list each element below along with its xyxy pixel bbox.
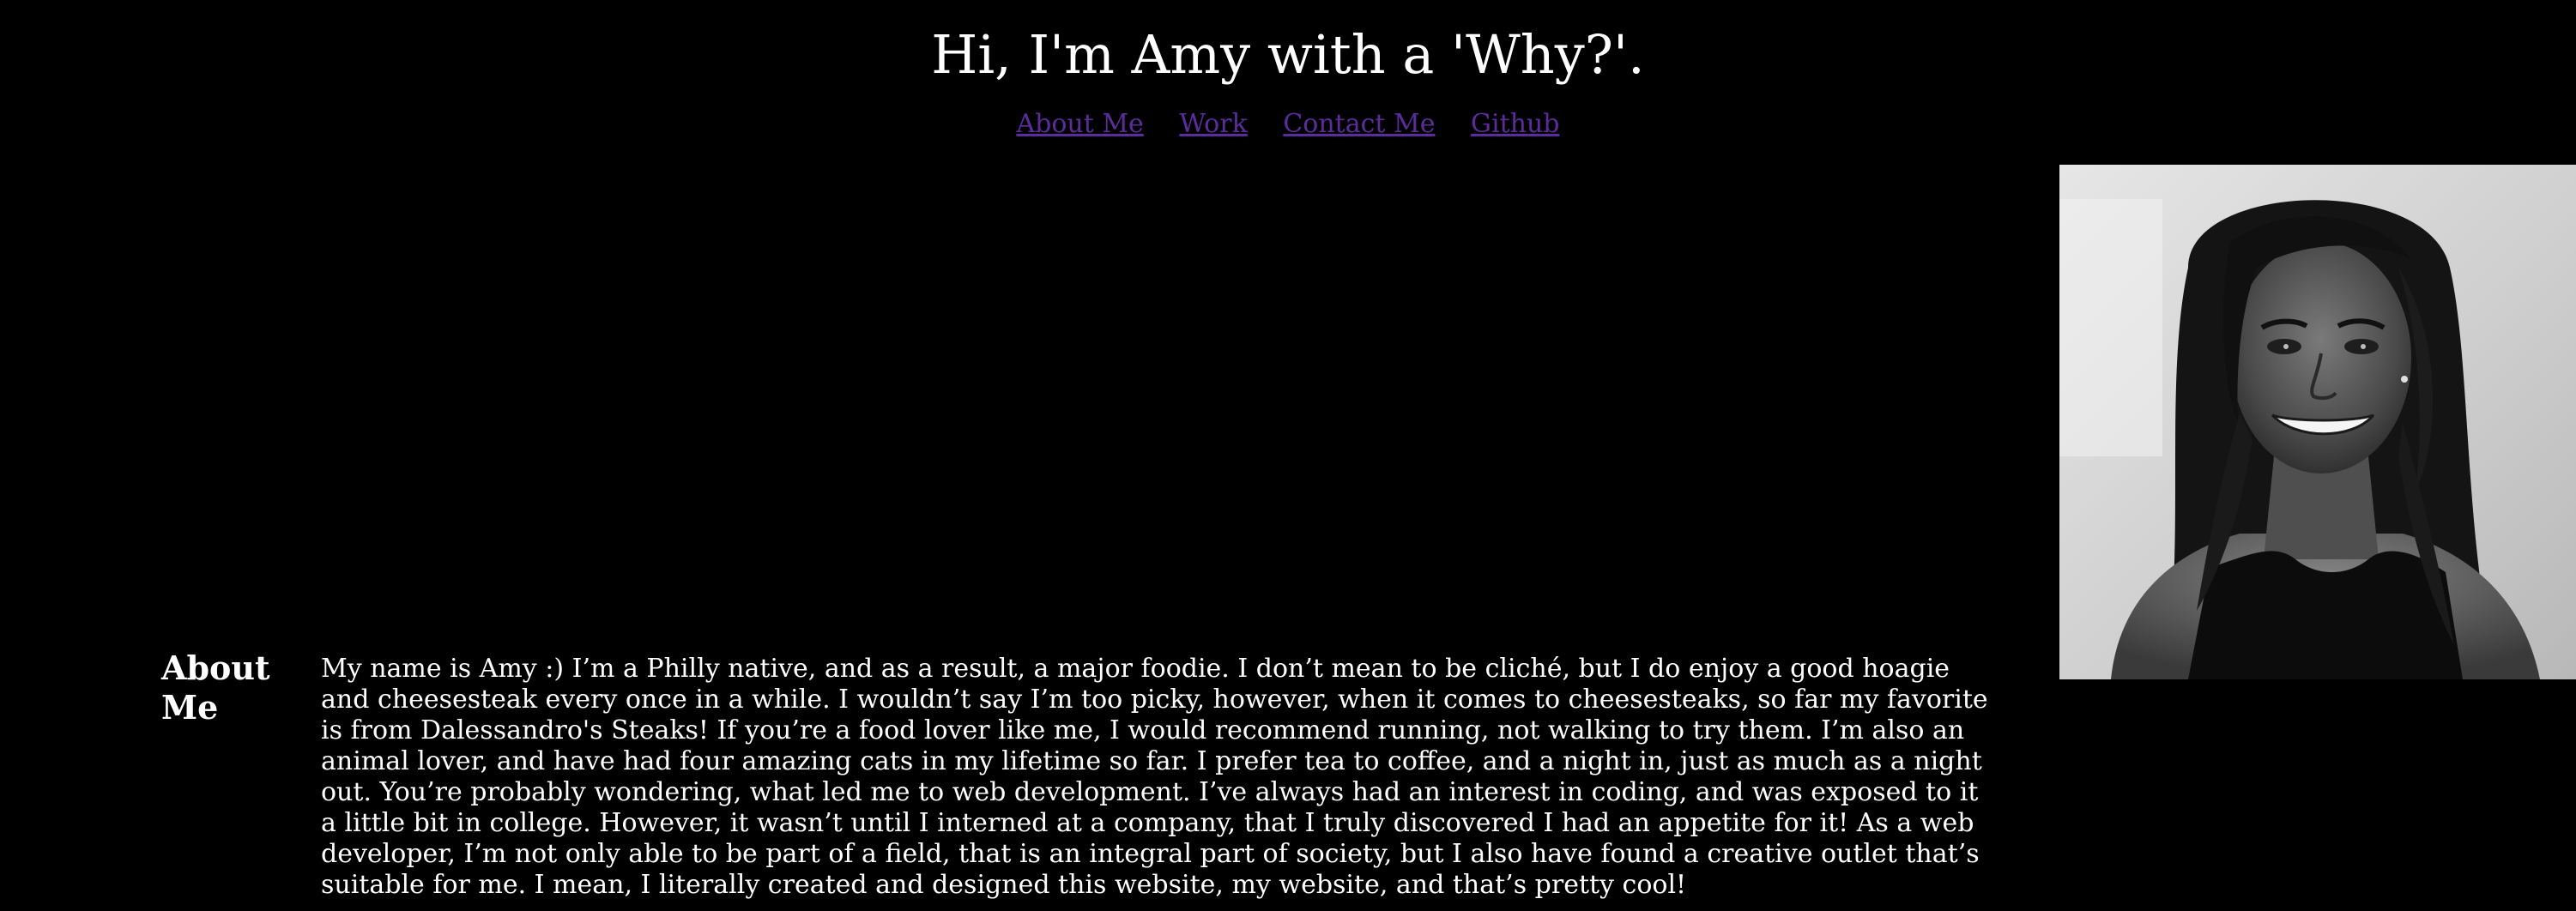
nav-link-contact-me[interactable]: Contact Me [1283,109,1435,139]
nav-link-about-me[interactable]: About Me [1017,109,1144,139]
portrait-illustration [2059,165,2576,679]
main-nav: About Me Work Contact Me Github [0,105,2576,144]
about-me-text: My name is Amy :) I’m a Philly native, a… [321,654,1988,900]
page-title: Hi, I'm Amy with a 'Why?'. [931,23,1645,86]
profile-photo [2059,165,2576,679]
nav-link-github[interactable]: Github [1471,109,1559,139]
about-me-heading: About Me [161,649,270,727]
nav-link-work[interactable]: Work [1179,109,1247,139]
